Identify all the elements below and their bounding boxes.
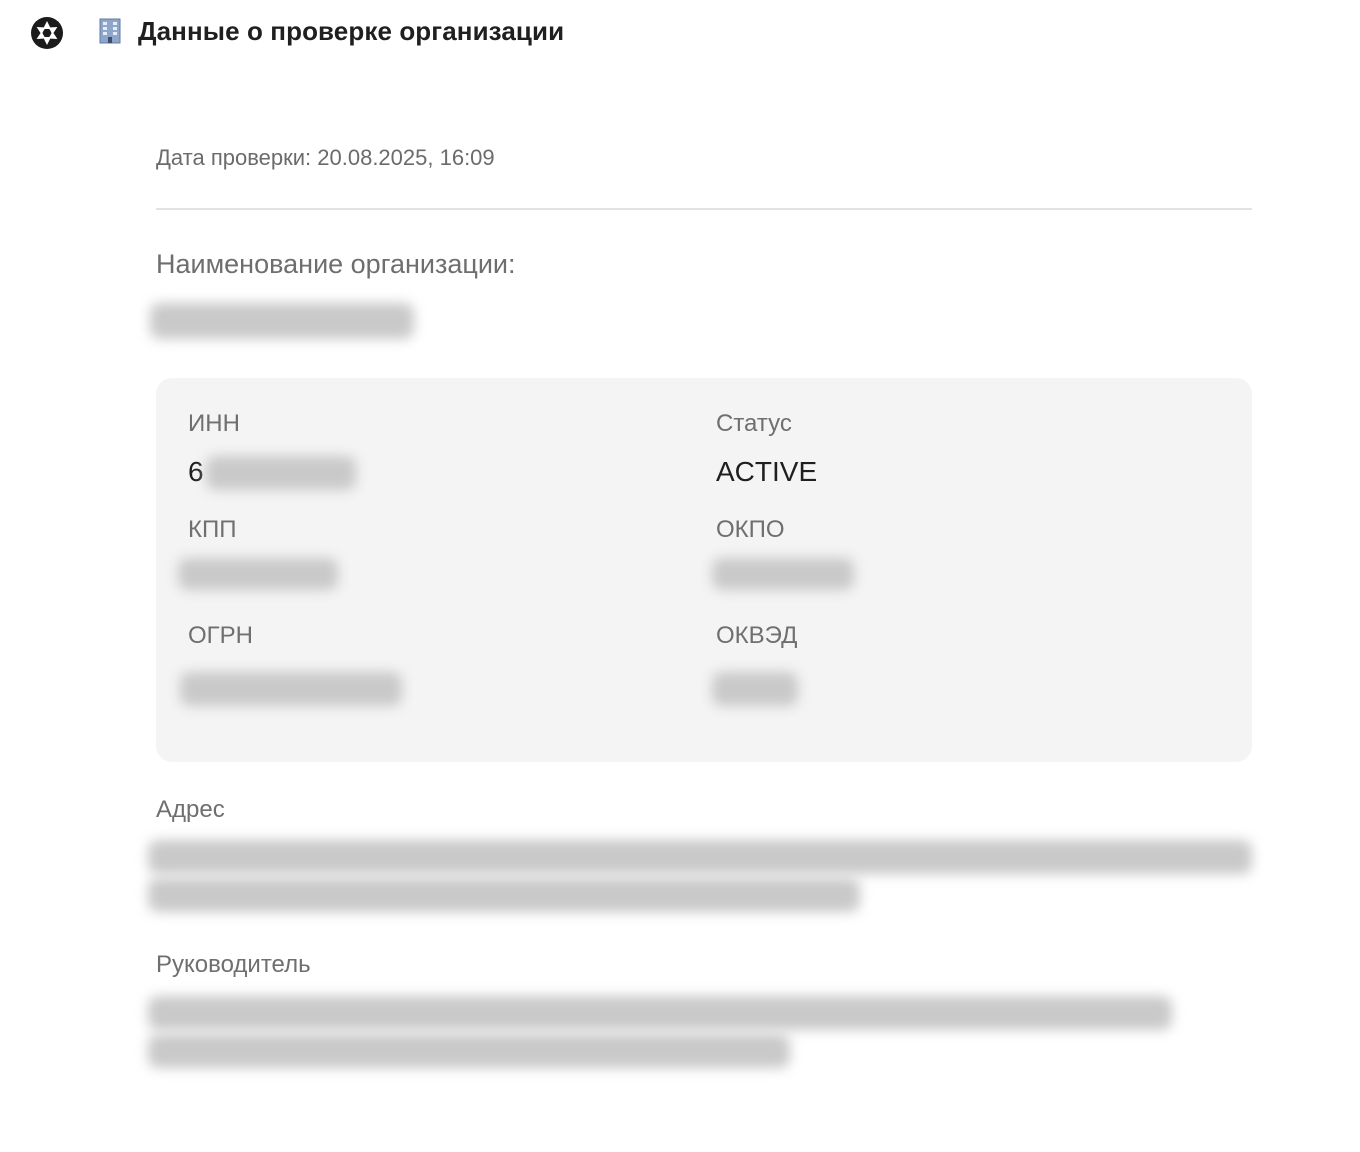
address-label: Адрес [156, 796, 225, 823]
director-redacted-line-1 [148, 996, 1172, 1030]
okpo-label: ОКПО [716, 516, 785, 543]
ogrn-redacted [180, 672, 402, 706]
header: Данные о проверке организации [0, 0, 1360, 64]
office-building-icon [99, 18, 121, 44]
aperture-icon[interactable] [30, 16, 64, 50]
okved-label: ОКВЭД [716, 622, 798, 649]
okpo-redacted [712, 558, 854, 590]
address-redacted-line-2 [148, 878, 860, 912]
check-date: Дата проверки: 20.08.2025, 16:09 [156, 145, 495, 170]
director-label: Руководитель [156, 951, 311, 978]
okved-redacted [712, 672, 798, 706]
ogrn-label: ОГРН [188, 622, 254, 649]
info-card: ИНН 6 Статус ACTIVE КПП ОКПО ОГРН ОКВЭД [156, 378, 1252, 762]
status-label: Статус [716, 410, 792, 437]
status-value: ACTIVE [716, 456, 818, 487]
inn-label: ИНН [188, 410, 240, 437]
inn-visible-prefix: 6 [188, 456, 204, 487]
kpp-redacted [178, 558, 338, 590]
organization-name-label: Наименование организации: [156, 249, 516, 279]
page-title: Данные о проверке организации [138, 16, 565, 46]
divider [156, 208, 1252, 210]
address-redacted-line-1 [148, 840, 1252, 874]
kpp-label: КПП [188, 516, 237, 543]
inn-redacted [206, 456, 356, 490]
director-redacted-line-2 [148, 1034, 790, 1068]
organization-name-redacted [150, 303, 414, 339]
